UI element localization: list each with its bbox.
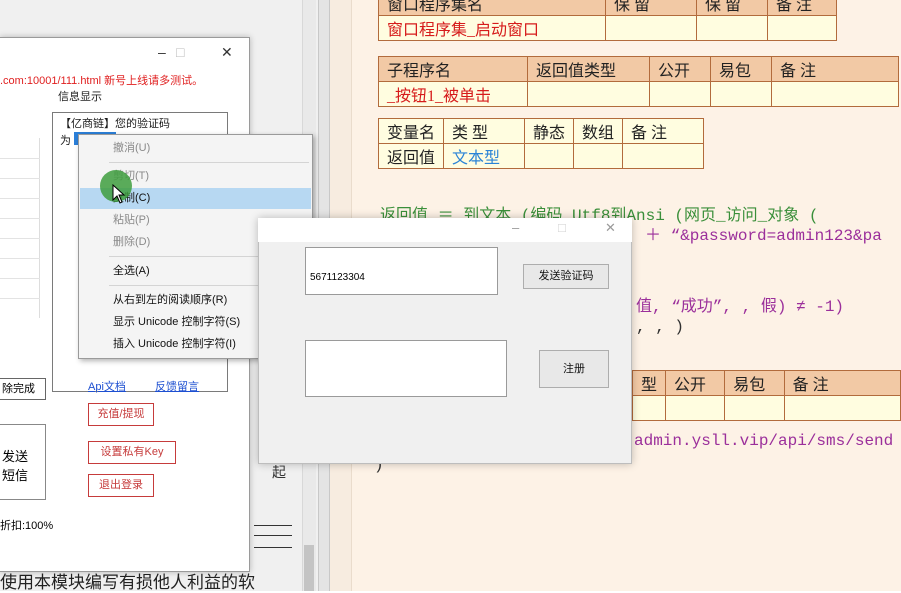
table-cell[interactable]: [665, 395, 726, 421]
table-cell[interactable]: [573, 143, 624, 169]
table-header-cell: 数组: [573, 118, 624, 144]
mouse-pointer-icon: [112, 184, 126, 204]
table-cell[interactable]: 窗口程序集_启动窗口: [378, 15, 606, 41]
recharge-button[interactable]: 充值/提现: [88, 403, 154, 426]
table-header-cell: 保 留: [696, 0, 768, 16]
table-cell[interactable]: [631, 395, 667, 421]
feedback-link[interactable]: 反馈留言: [155, 378, 199, 394]
table-cell[interactable]: _按钮1_被单击: [378, 81, 528, 107]
window-assembly-table: 窗口程序集名 保 留 保 留 备 注 窗口程序集_启动窗口: [378, 0, 837, 41]
dialog-titlebar[interactable]: [258, 218, 632, 242]
table-header-cell: 静态: [524, 118, 575, 144]
maximize-button[interactable]: □: [558, 220, 566, 235]
verification-code-input[interactable]: [305, 340, 507, 397]
info-group-label: 信息显示: [58, 91, 102, 103]
code-line[interactable]: , , ): [636, 318, 684, 336]
table-header-cell: 备 注: [622, 118, 705, 144]
table-cell[interactable]: [527, 81, 650, 107]
set-private-key-button[interactable]: 设置私有Key: [88, 441, 176, 464]
menu-item-undo[interactable]: 撤消(U): [80, 138, 311, 159]
table-cell[interactable]: [622, 143, 705, 169]
table-header-cell: 公开: [649, 56, 711, 82]
table-cell[interactable]: 文本型: [443, 143, 526, 169]
scrollbar-thumb[interactable]: [304, 545, 314, 591]
table-cell[interactable]: [724, 395, 785, 421]
divider: [254, 547, 292, 548]
table-header-cell: 备 注: [767, 0, 837, 16]
send-sms-button[interactable]: 发送 短信: [0, 424, 46, 500]
code-line[interactable]: ＋ “&password=admin123&pa: [645, 221, 882, 245]
api-doc-link[interactable]: Api文档: [88, 378, 126, 394]
notice-text: .com:10001/111.html 新号上线请多测试。: [0, 75, 204, 87]
table-cell[interactable]: 返回值: [377, 143, 445, 169]
table-cell[interactable]: [767, 15, 837, 41]
close-button[interactable]: ✕: [221, 44, 233, 61]
minimize-button[interactable]: –: [512, 220, 519, 235]
discount-label: 折扣:100%: [0, 520, 54, 532]
table-header-cell: 备 注: [771, 56, 899, 82]
user-list[interactable]: [0, 138, 40, 318]
table-header-cell: 窗口程序集名: [378, 0, 606, 16]
table-cell[interactable]: [771, 81, 899, 107]
table-cell[interactable]: [649, 81, 711, 107]
variable-table: 变量名 类 型 静态 数组 备 注 返回值 文本型: [377, 118, 705, 169]
send-code-button[interactable]: 发送验证码: [523, 264, 609, 289]
subroutine-table: 子程序名 返回值类型 公开 易包 备 注 _按钮1_被单击: [378, 56, 899, 107]
register-button[interactable]: 注册: [539, 350, 609, 388]
table-header-cell: 备 注: [783, 370, 901, 396]
table-cell[interactable]: [524, 143, 575, 169]
table-header-cell: 类 型: [443, 118, 526, 144]
menu-separator: [109, 162, 309, 163]
phone-input[interactable]: 5671123304: [305, 247, 498, 295]
code-fragment: 起: [272, 464, 286, 480]
table-cell[interactable]: [605, 15, 697, 41]
minimize-button[interactable]: –: [158, 44, 166, 60]
table-header-cell: 易包: [710, 56, 772, 82]
table-header-cell: 型: [631, 370, 667, 396]
info-message-line: 【亿商链】您的验证码: [60, 118, 170, 130]
logout-button[interactable]: 退出登录: [88, 474, 154, 497]
code-line[interactable]: 值, “成功”, , 假) ≠ -1): [636, 292, 844, 316]
code-line[interactable]: admin.ysll.vip/api/sms/send: [634, 432, 893, 450]
info-message-line: 为: [60, 135, 71, 147]
table-header-cell: 变量名: [377, 118, 445, 144]
status-field: 除完成: [0, 378, 46, 400]
table-header-cell: 保 留: [605, 0, 697, 16]
table-cell[interactable]: [783, 395, 901, 421]
close-button[interactable]: ✕: [605, 220, 616, 236]
divider: [254, 525, 292, 526]
table-header-cell: 子程序名: [378, 56, 528, 82]
send-sms-label: 短信: [2, 468, 29, 483]
table-cell[interactable]: [710, 81, 772, 107]
dll-table: 型 公开 易包 备 注: [631, 370, 901, 421]
table-header-cell: 返回值类型: [527, 56, 650, 82]
table-header-cell: 公开: [665, 370, 726, 396]
maximize-button[interactable]: □: [176, 44, 184, 60]
table-cell[interactable]: [696, 15, 768, 41]
divider: [254, 535, 292, 536]
table-header-cell: 易包: [724, 370, 785, 396]
send-sms-label: 发送: [2, 449, 29, 464]
